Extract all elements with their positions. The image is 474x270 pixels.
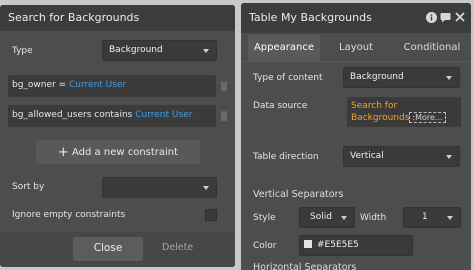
sort-by-dropdown[interactable] <box>102 177 217 198</box>
panel-title: Table My Backgrounds <box>241 3 471 33</box>
tab-divider <box>241 61 471 62</box>
type-label: Type <box>12 46 33 56</box>
constraint-value[interactable]: Current User <box>135 110 192 120</box>
panel-title-text: Table My Backgrounds <box>249 11 372 24</box>
data-source-line2: Backgrounds <box>351 113 410 123</box>
tab-conditional[interactable]: Conditional <box>399 35 465 61</box>
constraint-field: bg_allowed_users contains <box>12 110 133 120</box>
color-label: Color <box>253 241 277 251</box>
type-dropdown-value: Background <box>109 45 163 55</box>
table-direction-dropdown[interactable]: Vertical <box>343 146 460 167</box>
chevron-down-icon <box>203 186 209 190</box>
horizontal-separators-header: Horizontal Separators <box>253 262 357 270</box>
data-source-expression[interactable]: Search for Backgrounds:More... <box>347 97 461 127</box>
search-editor-panel: Search for Backgrounds Type Background b… <box>0 5 235 267</box>
comment-icon[interactable] <box>440 12 451 23</box>
sort-by-label: Sort by <box>12 182 45 192</box>
panel-footer: Close Delete <box>0 232 235 267</box>
chevron-down-icon <box>341 216 347 220</box>
info-icon[interactable] <box>426 12 437 23</box>
trash-icon[interactable] <box>220 81 228 91</box>
constraint-row[interactable]: bg_allowed_users contains Current User <box>8 105 216 127</box>
chevron-down-icon <box>203 49 209 53</box>
color-value: #E5E5E5 <box>317 240 359 250</box>
tab-appearance[interactable]: Appearance <box>248 35 320 61</box>
style-label: Style <box>253 213 276 223</box>
vertical-separators-header: Vertical Separators <box>253 189 344 200</box>
constraint-field: bg_owner = <box>12 80 67 90</box>
width-dropdown[interactable]: 1 <box>403 207 461 228</box>
constraint-value[interactable]: Current User <box>69 80 126 90</box>
chevron-down-icon <box>446 155 452 159</box>
more-button[interactable]: :More... <box>409 112 446 123</box>
table-direction-value: Vertical <box>350 151 384 161</box>
color-swatch <box>304 240 312 248</box>
delete-button[interactable]: Delete <box>162 242 193 253</box>
trash-icon[interactable] <box>220 111 228 121</box>
panel-title: Search for Backgrounds <box>0 5 235 31</box>
constraint-row[interactable]: bg_owner = Current User <box>8 75 216 97</box>
color-picker[interactable]: #E5E5E5 <box>299 235 413 256</box>
element-inspector-panel: Table My Backgrounds Appearance Layout C… <box>241 3 471 270</box>
ignore-empty-label: Ignore empty constraints <box>12 210 126 220</box>
width-label: Width <box>360 213 387 223</box>
tab-layout[interactable]: Layout <box>331 35 381 61</box>
type-of-content-label: Type of content <box>253 73 323 83</box>
style-dropdown[interactable]: Solid <box>299 207 355 228</box>
plus-icon: + <box>57 145 69 160</box>
table-direction-label: Table direction <box>253 152 319 162</box>
tab-bar: Appearance Layout Conditional <box>241 35 471 61</box>
data-source-line1: Search for <box>351 101 398 111</box>
chevron-down-icon <box>446 76 452 80</box>
type-of-content-dropdown[interactable]: Background <box>343 67 460 88</box>
chevron-down-icon <box>447 216 453 220</box>
data-source-label: Data source <box>253 101 308 111</box>
close-button[interactable]: Close <box>73 237 143 261</box>
add-constraint-label: Add a new constraint <box>72 147 179 158</box>
ignore-empty-checkbox[interactable] <box>205 209 217 221</box>
close-icon[interactable] <box>455 12 465 22</box>
type-dropdown[interactable]: Background <box>102 40 217 61</box>
style-value: Solid <box>310 212 332 222</box>
type-of-content-value: Background <box>350 72 404 82</box>
add-constraint-button[interactable]: + Add a new constraint <box>36 140 200 164</box>
width-value: 1 <box>422 212 428 222</box>
